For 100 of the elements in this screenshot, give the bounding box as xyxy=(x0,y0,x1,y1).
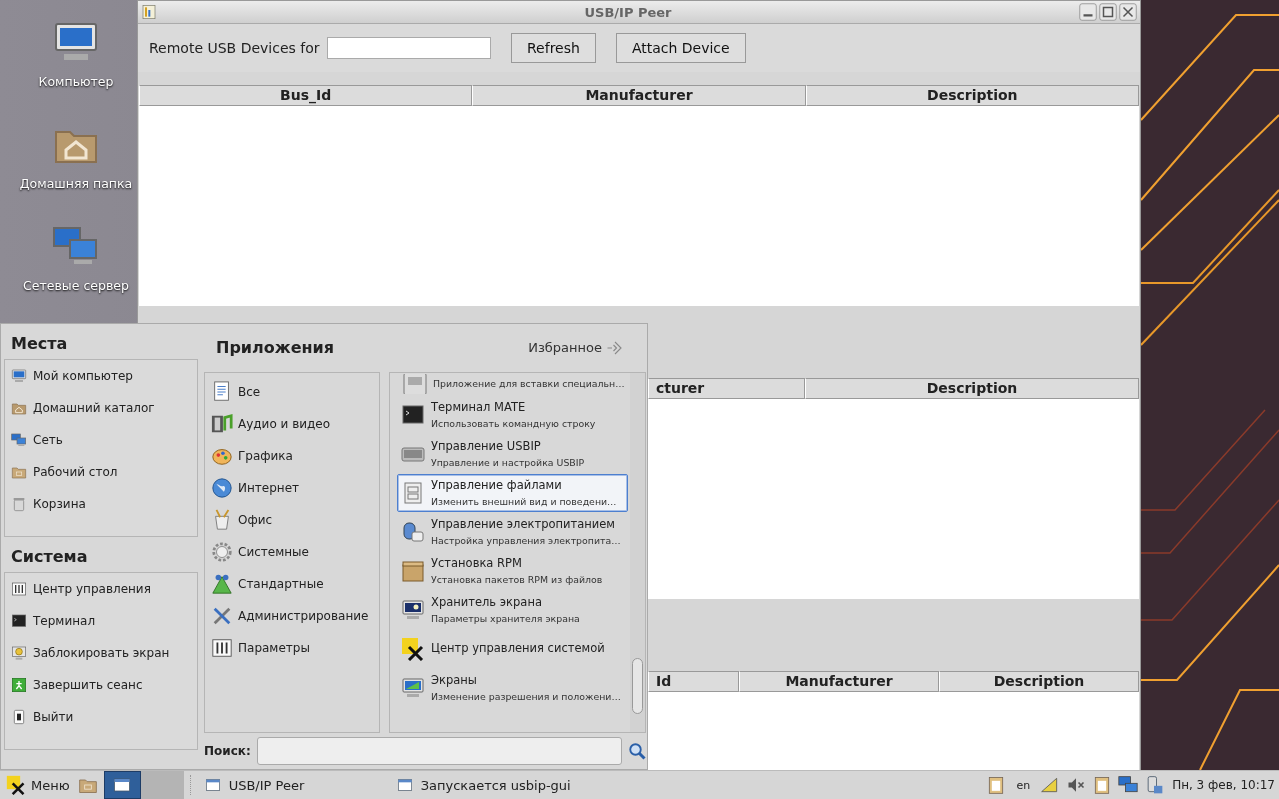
window-switcher-button[interactable] xyxy=(103,771,141,799)
gear-icon xyxy=(211,540,233,563)
menu-item[interactable]: Терминал xyxy=(5,605,197,637)
film-music-icon xyxy=(211,412,233,435)
network-icon xyxy=(11,432,27,448)
category-item[interactable]: Параметры xyxy=(205,631,379,664)
app-name: Управление электропитанием xyxy=(431,516,616,532)
app-item[interactable]: Центр управления системой xyxy=(397,629,628,668)
menu-item[interactable]: Заблокировать экран xyxy=(5,637,197,669)
window-icon xyxy=(396,777,413,793)
column-header[interactable]: Description xyxy=(805,378,1139,399)
menu-item[interactable]: Домашний каталог xyxy=(5,392,197,424)
menu-item[interactable]: Рабочий стол xyxy=(5,456,197,488)
app-description: Установка пакетов RPM из файлов xyxy=(431,572,603,586)
category-item[interactable]: Аудио и видео xyxy=(205,407,379,440)
control-panel-icon xyxy=(11,581,27,597)
clock[interactable]: Пн, 3 фев, 10:17 xyxy=(1172,778,1275,792)
app-item[interactable]: Приложение для вставки специальн… xyxy=(397,372,628,395)
app-description: Изменение разрешения и положени… xyxy=(431,689,621,703)
app-name: Управление файлами xyxy=(431,477,563,493)
app-description: Настройка управления электропита… xyxy=(431,533,621,547)
display-icon xyxy=(401,675,425,700)
app-description: Использовать командную строку xyxy=(431,416,596,430)
logout-icon xyxy=(11,709,27,725)
minimize-icon[interactable] xyxy=(1079,3,1097,21)
network-icon[interactable] xyxy=(1118,775,1139,795)
window-icon xyxy=(204,777,221,793)
logo-icon xyxy=(401,636,425,661)
terminal-icon xyxy=(401,402,425,427)
app-item[interactable]: Управление файлами Изменить внешний вид и поведени… xyxy=(397,473,628,512)
package-icon xyxy=(401,558,425,583)
menu-item[interactable]: Завершить сеанс xyxy=(5,669,197,701)
app-item[interactable]: Управление электропитанием Настройка управления электропита… xyxy=(397,512,628,551)
menu-button[interactable]: Меню xyxy=(4,772,72,798)
menu-item[interactable]: Сеть xyxy=(5,424,197,456)
menu-item[interactable]: Корзина xyxy=(5,488,197,520)
app-description: Управление и настройка USBIP xyxy=(431,455,585,469)
app-name: Установка RPM xyxy=(431,555,523,571)
app-name: Управление USBIP xyxy=(431,438,542,454)
category-item[interactable]: Все xyxy=(205,375,379,408)
column-header[interactable]: Manufacturer xyxy=(739,671,939,692)
scrollbar-thumb[interactable] xyxy=(632,658,643,715)
app-name: Экраны xyxy=(431,672,478,688)
workspace-switcher[interactable] xyxy=(140,771,184,799)
app-item[interactable]: Хранитель экрана Параметры хранителя экрана xyxy=(397,590,628,629)
host-label: Remote USB Devices for xyxy=(149,40,321,56)
folder-icon xyxy=(11,464,27,480)
keyboard-layout[interactable]: en xyxy=(1016,778,1031,792)
app-item[interactable]: Экраны Изменение разрешения и положени… xyxy=(397,668,628,707)
app-item[interactable]: Установка RPM Установка пакетов RPM из файлов xyxy=(397,551,628,590)
app-name: Центр управления системой xyxy=(431,641,605,657)
computer-icon xyxy=(11,368,27,384)
app-name: Хранитель экрана xyxy=(431,594,543,610)
app-name: Терминал MATE xyxy=(431,399,527,415)
category-item[interactable]: Офис xyxy=(205,503,379,536)
section-title: Система xyxy=(10,546,89,568)
toolbar-button[interactable]: Attach Device xyxy=(615,33,746,63)
search-label: Поиск: xyxy=(204,744,251,759)
task-button[interactable]: USB/IP Peer xyxy=(198,777,385,793)
home-folder-icon xyxy=(11,400,27,416)
trash-icon xyxy=(11,496,27,512)
section-title: Места xyxy=(10,333,69,355)
category-item[interactable]: Графика xyxy=(205,439,379,472)
search-field[interactable] xyxy=(256,737,622,766)
window-icon xyxy=(113,776,132,794)
logo-icon xyxy=(6,775,26,795)
close-icon[interactable] xyxy=(1119,3,1137,21)
favorites-link[interactable]: Избранное xyxy=(528,338,624,357)
app-item[interactable]: Терминал MATE Использовать командную строку xyxy=(397,395,628,434)
window-title: USB/IP Peer xyxy=(583,4,673,20)
app-description: Параметры хранителя экрана xyxy=(431,611,580,625)
category-item[interactable]: Стандартные xyxy=(205,567,379,600)
category-item[interactable]: Администрирование xyxy=(205,599,379,632)
app-icon xyxy=(141,4,157,20)
exit-icon xyxy=(11,677,27,693)
column-header[interactable]: Description xyxy=(805,85,1139,106)
column-header[interactable]: Manufacturer xyxy=(472,85,806,106)
column-header[interactable]: Bus_Id xyxy=(139,85,473,106)
task-button[interactable]: Запускается usbip-gui xyxy=(390,777,577,793)
control-panel-icon xyxy=(211,636,233,659)
column-header[interactable]: Description xyxy=(939,671,1139,692)
scrollbar[interactable] xyxy=(630,372,645,733)
globe-icon xyxy=(211,476,233,499)
search-icon[interactable] xyxy=(628,742,646,761)
toolbar-button[interactable]: Refresh xyxy=(511,33,596,63)
column-header[interactable]: cturer xyxy=(648,378,805,399)
app-description: Приложение для вставки специальн… xyxy=(433,377,625,391)
maximize-icon[interactable] xyxy=(1099,3,1117,21)
terminal-icon xyxy=(11,613,27,629)
app-item[interactable]: Управление USBIP Управление и настройка USBIP xyxy=(397,434,628,473)
file-cabinet-icon xyxy=(401,480,425,505)
category-item[interactable]: Интернет xyxy=(205,471,379,504)
screensaver-icon xyxy=(401,597,425,622)
section-title: Приложения xyxy=(215,338,335,358)
category-item[interactable]: Системные xyxy=(205,535,379,568)
host-field[interactable] xyxy=(327,37,491,59)
menu-item[interactable]: Центр управления xyxy=(5,573,197,605)
menu-item[interactable]: Выйти xyxy=(5,701,197,733)
menu-item[interactable]: Мой компьютер xyxy=(5,360,197,392)
column-header[interactable]: Id xyxy=(648,671,739,692)
